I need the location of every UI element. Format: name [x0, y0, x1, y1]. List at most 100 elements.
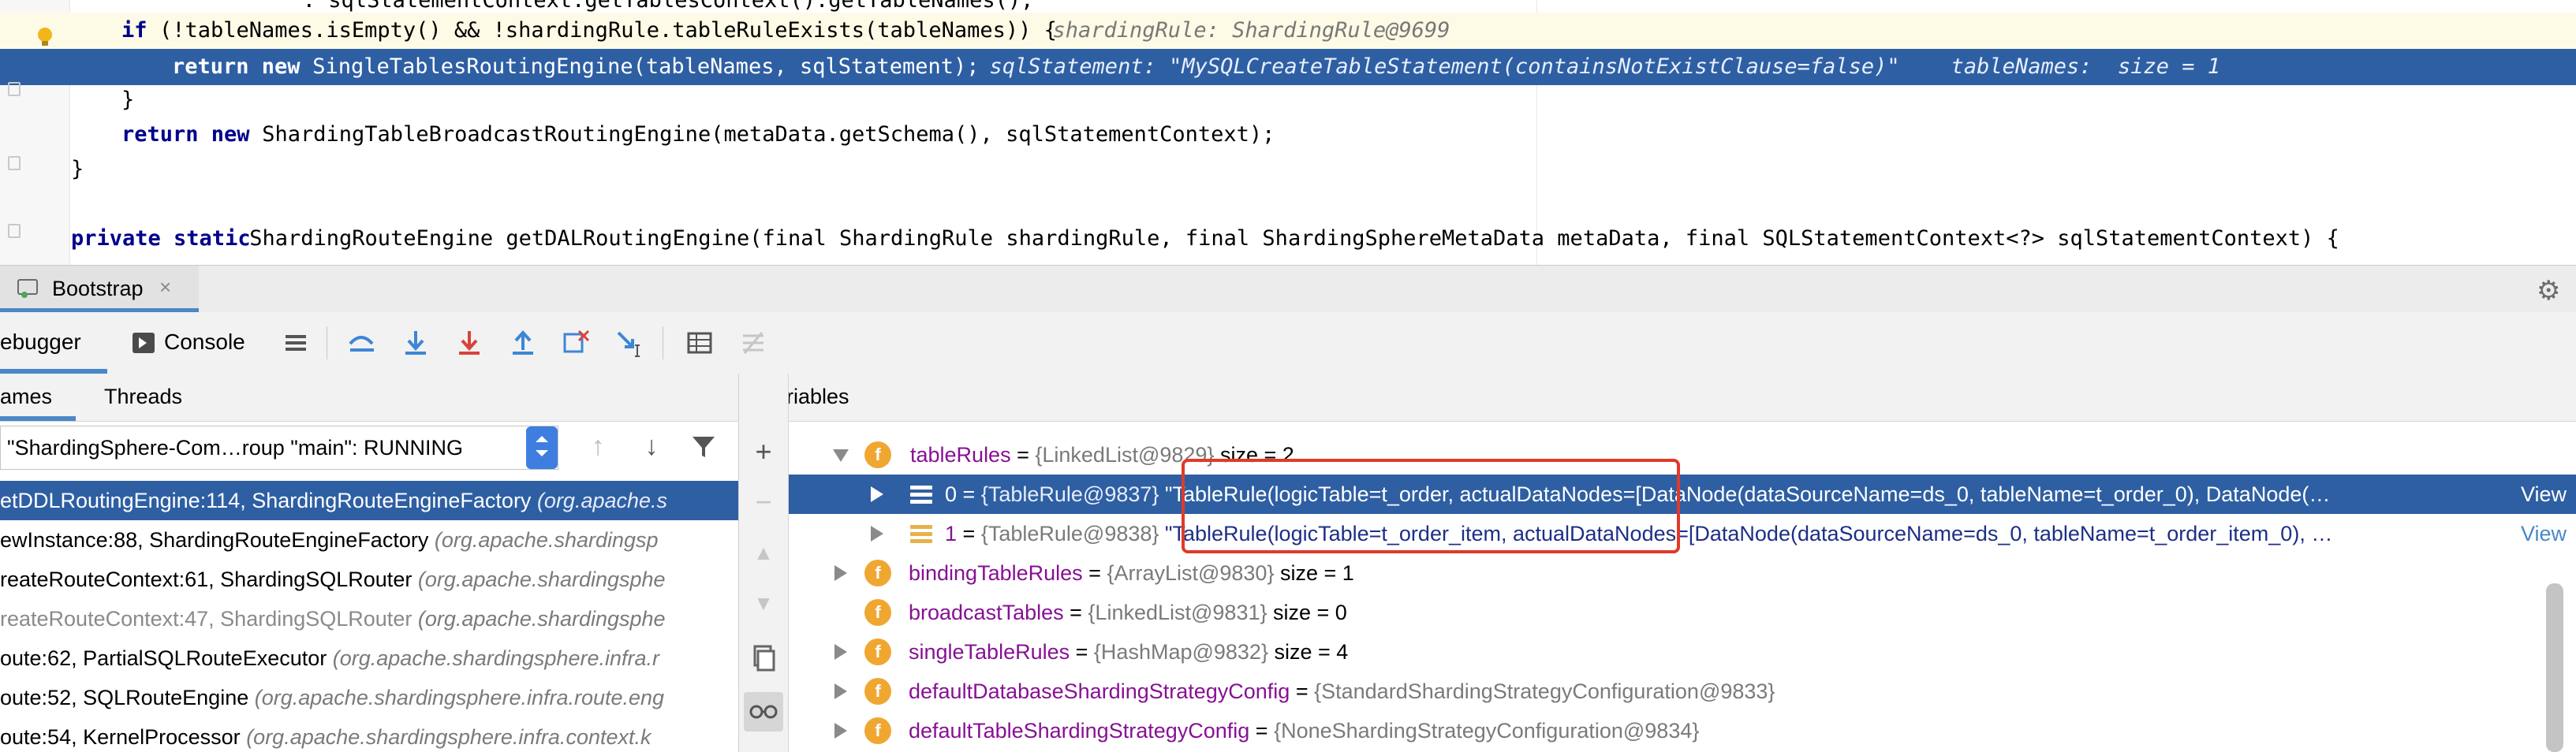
variable-ref: {ArrayList@9830} [1107, 561, 1275, 585]
step-out-icon[interactable] [506, 326, 539, 359]
move-up-icon[interactable]: ▲ [744, 533, 783, 572]
run-to-cursor-icon[interactable] [614, 326, 647, 359]
variable-name: broadcastTables [909, 601, 1064, 624]
variable-ref: {HashMap@9832} [1093, 640, 1268, 664]
menu-icon[interactable] [279, 326, 312, 359]
evaluate-expression-icon[interactable] [683, 326, 716, 359]
variable-name: defaultTableShardingStrategyConfig [909, 719, 1250, 743]
variable-name: defaultDatabaseShardingStrategyConfig [909, 679, 1290, 703]
copy-icon[interactable] [744, 638, 783, 678]
code-keyword: return new [172, 54, 301, 79]
variable-ref: {NoneShardingStrategyConfiguration@9834} [1274, 719, 1700, 743]
expand-arrow-icon[interactable] [834, 723, 847, 739]
stack-frame-row[interactable]: reateRouteContext:61, ShardingSQLRouter … [0, 560, 738, 599]
expand-arrow-icon[interactable] [834, 644, 847, 660]
variable-row[interactable]: f bindingTableRules = {ArrayList@9830} s… [789, 553, 2576, 593]
fold-marker-icon[interactable] [8, 224, 21, 238]
variable-ref: {StandardShardingStrategyConfiguration@9… [1314, 679, 1775, 703]
variable-row[interactable]: f defaultDatabaseShardingStrategyConfig … [789, 672, 2576, 711]
variable-row[interactable]: f singleTableRules = {HashMap@9832} size… [789, 632, 2576, 672]
variable-row[interactable]: f defaultTableShardingStrategyConfig = {… [789, 711, 2576, 750]
stack-frame-row[interactable]: ewInstance:88, ShardingRouteEngineFactor… [0, 520, 738, 560]
stack-frame-row[interactable]: reateRouteContext:47, ShardingSQLRouter … [0, 599, 738, 638]
fold-marker-icon[interactable] [8, 82, 21, 96]
list-element-icon [910, 486, 932, 508]
tab-console[interactable]: Console [129, 312, 271, 374]
debug-tool-window-header: Bootstrap × ⚙ [0, 265, 2576, 314]
frames-panel: ames Threads "ShardingSphere-Com…roup "m… [0, 374, 739, 752]
step-over-icon[interactable] [399, 326, 432, 359]
remove-watch-icon[interactable]: − [744, 482, 783, 522]
field-icon: f [864, 638, 891, 665]
code-editor[interactable]: : sqlStatementContext.getTablesContext()… [0, 0, 2576, 265]
frame-class: (org.apache.shardingsphe [417, 568, 666, 591]
inline-debug-value: shardingRule: ShardingRule@9699 [1027, 18, 1450, 43]
variable-ref: {TableRule@9837} [980, 482, 1159, 506]
variable-equals: = [1070, 640, 1094, 664]
gear-icon[interactable]: ⚙ [2537, 275, 2560, 307]
run-config-tab[interactable]: Bootstrap × [0, 266, 199, 313]
console-icon [133, 333, 155, 353]
filter-icon[interactable] [688, 429, 719, 463]
tab-threads[interactable]: Threads [104, 385, 182, 409]
view-link[interactable]: View [2521, 475, 2567, 514]
close-icon[interactable]: × [159, 275, 171, 300]
tab-debugger[interactable]: ebugger [0, 312, 107, 374]
variable-ref: {LinkedList@9829} [1035, 443, 1215, 467]
frame-method: oute:62, PartialSQLRouteExecutor [0, 646, 333, 670]
variable-row[interactable]: f tableRules = {LinkedList@9829} size = … [789, 435, 2576, 475]
previous-frame-icon[interactable]: ↑ [582, 429, 614, 463]
stack-frame-row[interactable]: oute:52, SQLRouteEngine (org.apache.shar… [0, 678, 738, 717]
dropdown-arrow-icon[interactable] [526, 426, 558, 469]
list-element-icon [910, 525, 932, 547]
variable-value: size = 1 [1274, 561, 1354, 585]
expand-arrow-icon[interactable] [834, 565, 847, 581]
expand-arrow-icon[interactable] [834, 683, 847, 699]
code-text: ShardingTableBroadcastRoutingEngine(meta… [249, 122, 1275, 147]
expand-arrow-icon[interactable] [871, 486, 883, 502]
variable-equals: = [1249, 719, 1275, 743]
collapse-arrow-icon[interactable] [833, 449, 849, 462]
variable-row[interactable]: 1 = {TableRule@9838} "TableRule(logicTab… [789, 514, 2576, 553]
variable-row[interactable]: f broadcastTables = {LinkedList@9831} si… [789, 593, 2576, 632]
variable-name: singleTableRules [909, 640, 1070, 664]
stack-frame-row[interactable]: etDDLRoutingEngine:114, ShardingRouteEng… [0, 481, 738, 520]
stack-frame-row[interactable]: oute:62, PartialSQLRouteExecutor (org.ap… [0, 638, 738, 678]
view-link[interactable]: View [2521, 514, 2567, 553]
code-text: } [121, 87, 135, 112]
add-watch-icon[interactable]: + [744, 432, 783, 471]
variable-name: tableRules [910, 443, 1011, 467]
frame-class: (org.apache.shardingsphe [417, 607, 666, 631]
tab-debugger-label: ebugger [0, 329, 81, 354]
variables-scrollbar[interactable] [2546, 583, 2563, 752]
lightbulb-icon[interactable] [36, 27, 54, 47]
frame-method: oute:54, KernelProcessor [0, 725, 247, 749]
code-keyword: return new [121, 122, 250, 147]
fold-marker-icon[interactable] [8, 156, 21, 170]
field-icon: f [864, 599, 891, 626]
frame-method: reateRouteContext:61, ShardingSQLRouter [0, 568, 418, 591]
show-execution-point-icon[interactable] [345, 326, 379, 359]
variable-value: size = 2 [1214, 443, 1294, 467]
frame-method: etDDLRoutingEngine:114, ShardingRouteEng… [0, 489, 537, 512]
variable-equals: = [1082, 561, 1107, 585]
code-text: ShardingRouteEngine getDALRoutingEngine(… [237, 226, 2339, 251]
run-config-icon [17, 279, 38, 298]
watches-glasses-icon[interactable] [744, 692, 783, 732]
trace-stream-icon[interactable] [737, 326, 770, 359]
step-into-icon[interactable] [453, 326, 486, 359]
frames-tab-bar: ames Threads [0, 374, 738, 422]
tab-frames[interactable]: ames [0, 374, 76, 421]
variable-equals: = [1290, 679, 1315, 703]
variable-row-selected[interactable]: 0 = {TableRule@9837} "TableRule(logicTab… [789, 475, 2576, 514]
expand-arrow-icon[interactable] [871, 526, 883, 542]
next-frame-icon[interactable]: ↓ [636, 429, 667, 463]
drop-frame-icon[interactable] [560, 326, 593, 359]
thread-selector[interactable]: "ShardingSphere-Com…roup "main": RUNNING [0, 426, 558, 470]
code-text: if if (!tableNames.isEmpty() && !shardin… [121, 18, 160, 43]
tab-console-label: Console [164, 329, 245, 354]
code-line: if if (!tableNames.isEmpty() && !shardin… [0, 13, 2576, 49]
execution-point-line: return new SingleTablesRoutingEngine(tab… [0, 49, 2576, 85]
move-down-icon[interactable]: ▼ [744, 583, 783, 623]
stack-frame-row[interactable]: oute:54, KernelProcessor (org.apache.sha… [0, 717, 738, 752]
